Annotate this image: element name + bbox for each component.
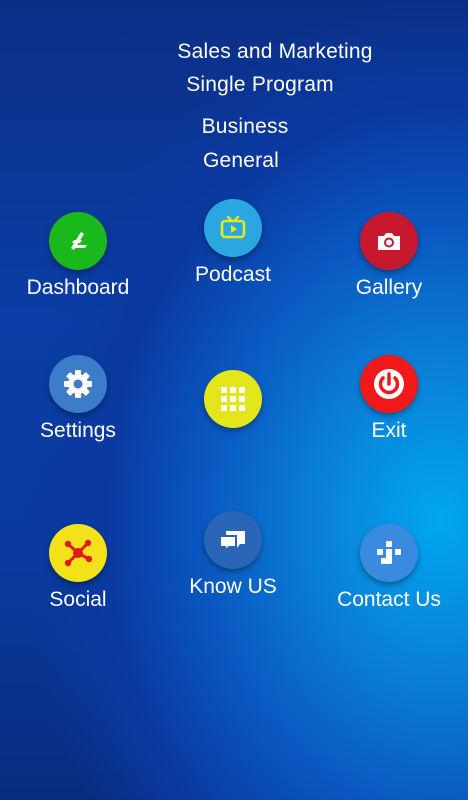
contact-icon[interactable] <box>360 524 418 582</box>
exit-tile[interactable]: Exit <box>319 355 459 443</box>
exit-label: Exit <box>371 419 407 442</box>
gallery-label: Gallery <box>355 276 423 299</box>
contact-us-tile[interactable]: Contact Us <box>319 524 459 612</box>
podcast-tile[interactable]: Podcast <box>163 199 303 287</box>
header-title-line2: Single Program <box>186 73 334 96</box>
settings-label: Settings <box>40 419 116 442</box>
gallery-tile[interactable]: Gallery <box>319 212 459 300</box>
header-title-line1: Sales and Marketing <box>177 40 373 63</box>
know-us-label: Know US <box>189 575 277 598</box>
social-tile[interactable]: Social <box>8 524 148 612</box>
settings-tile[interactable]: Settings <box>8 355 148 443</box>
network-icon[interactable] <box>49 524 107 582</box>
apps-tile[interactable] <box>163 370 303 428</box>
chat-bubbles-icon[interactable] <box>204 511 262 569</box>
contact-us-label: Contact Us <box>337 588 441 611</box>
header-category-line2: General <box>202 149 280 172</box>
podcast-label: Podcast <box>195 263 271 286</box>
camera-icon[interactable] <box>360 212 418 270</box>
know-us-tile[interactable]: Know US <box>163 511 303 599</box>
tv-icon[interactable] <box>204 199 262 257</box>
social-label: Social <box>49 588 107 611</box>
gear-icon[interactable] <box>49 355 107 413</box>
power-icon[interactable] <box>360 355 418 413</box>
dashboard-label: Dashboard <box>26 276 130 299</box>
grid-icon[interactable] <box>204 370 262 428</box>
dashboard-icon[interactable] <box>49 212 107 270</box>
header-category-line1: Business <box>201 115 289 138</box>
dashboard-tile[interactable]: Dashboard <box>8 212 148 300</box>
